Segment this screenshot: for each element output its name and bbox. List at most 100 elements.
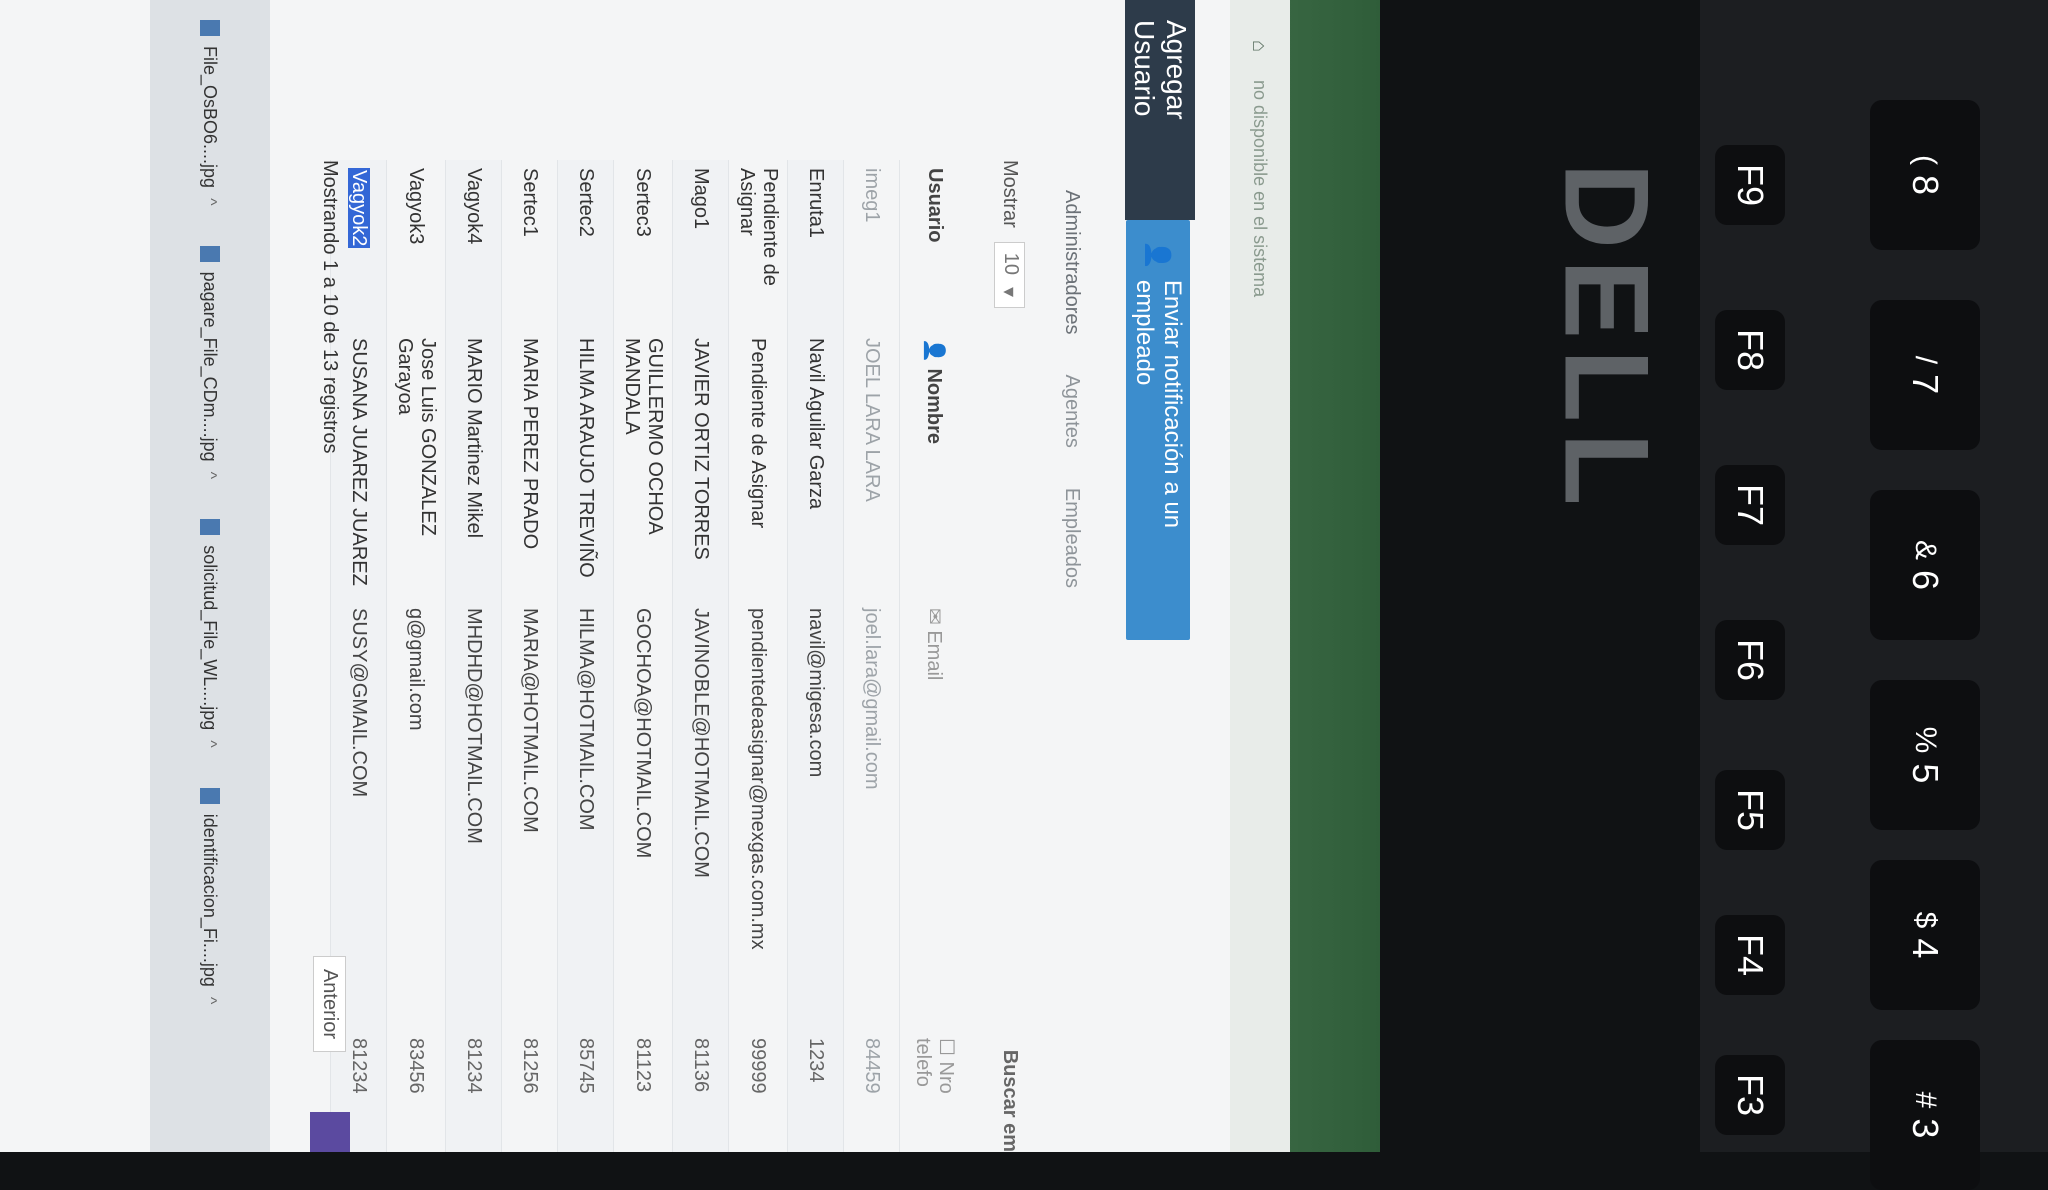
selected-text: Vagyok2: [348, 168, 370, 249]
key-8-shift: (: [1909, 154, 1942, 165]
chevron-up-icon[interactable]: ^: [201, 740, 219, 748]
cell-user: Sertec2: [575, 168, 597, 237]
key-f7: F7: [1715, 465, 1785, 545]
cell-name: Navil Aguilar Garza: [805, 338, 827, 510]
cell-name: Pendiente de Asignar: [747, 338, 770, 529]
key-f9: F9: [1715, 145, 1785, 225]
key-6-main: 6: [1905, 570, 1946, 591]
cell-email: MHDHD@HOTMAIL.COM: [463, 608, 485, 844]
chevron-up-icon[interactable]: ^: [201, 198, 219, 206]
next-page-button[interactable]: [310, 1112, 350, 1152]
person-icon: 👤: [923, 338, 946, 369]
file-icon: [200, 245, 220, 262]
cell-email: g@gmail.com: [405, 608, 428, 731]
table-header: Usuario 👤 Nombre ✉ Email ☐ Nro telefo: [899, 160, 970, 1152]
cell-user: Enruta1: [805, 168, 827, 239]
cell-name: JOEL LARA LARA: [861, 338, 883, 502]
cell-name: GUILLERMO OCHOA MANDALA: [621, 338, 666, 534]
table-row[interactable]: Sertec3 GUILLERMO OCHOA MANDALA GOCHOA@H…: [613, 160, 672, 1152]
download-item[interactable]: solicitud_File_WL....jpg ^: [200, 519, 221, 748]
download-filename: identificacion_Fi....jpg: [200, 813, 221, 987]
column-email[interactable]: ✉ Email: [917, 600, 954, 1030]
tab-agents[interactable]: Agentes: [1061, 375, 1084, 448]
key-5: % 5: [1870, 680, 1980, 830]
table-row[interactable]: imeg1 JOEL LARA LARA joel.lara@gmail.com…: [843, 160, 899, 1152]
key-7: / 7: [1870, 300, 1980, 450]
key-4-main: 4: [1905, 938, 1946, 959]
cell-phone: 83456: [405, 1038, 428, 1094]
key-3-main: 3: [1905, 1118, 1946, 1139]
home-icon[interactable]: ⌂: [1248, 40, 1270, 60]
cell-email: navil@migesa.com: [805, 608, 827, 778]
notify-employee-button[interactable]: 👤 Enviar notificación a un empleado: [1126, 220, 1190, 640]
app-header: ⌂ no disponible en el sistema: [1230, 0, 1380, 1152]
table-row[interactable]: Enruta1 Navil Aguilar Garza navil@migesa…: [787, 160, 843, 1152]
key-f6: F6: [1715, 620, 1785, 700]
dell-logo: DELL: [1539, 162, 1674, 516]
chevron-up-icon[interactable]: ^: [201, 997, 219, 1005]
search-label: Buscar em: [999, 1049, 1022, 1152]
file-icon: [200, 519, 220, 536]
envelope-icon: ✉: [923, 608, 946, 631]
cell-name: MARIA PEREZ PRADO: [519, 338, 541, 550]
download-item[interactable]: identificacion_Fi....jpg ^: [200, 787, 221, 1005]
cell-email: MARIA@HOTMAIL.COM: [519, 608, 541, 833]
key-6-shift: &: [1909, 539, 1942, 560]
download-filename: pagare_File_CDm....jpg: [200, 271, 221, 462]
previous-page-button[interactable]: Anterior: [313, 955, 347, 1052]
cell-email: pendientedeasignar@mexgas.com.mx: [747, 608, 770, 950]
page-size-select[interactable]: 10 ▾: [994, 241, 1026, 309]
cell-phone: 81123: [632, 1038, 655, 1093]
table-row[interactable]: Vagyok4 MARIO Martinez Mikel MHDHD@HOTMA…: [445, 160, 501, 1152]
column-email-label: Email: [923, 630, 946, 681]
column-phone[interactable]: ☐ Nro telefo: [905, 1030, 965, 1152]
key-5-main: 5: [1905, 763, 1946, 784]
table-row[interactable]: Sertec1 MARIA PEREZ PRADO MARIA@HOTMAIL.…: [501, 160, 557, 1152]
table-row[interactable]: Sertec2 HILMA ARAUJO TREVIÑO HILMA@HOTMA…: [557, 160, 613, 1152]
cell-email: GOCHOA@HOTMAIL.COM: [632, 608, 655, 859]
tab-administrators[interactable]: Administradores: [1061, 190, 1084, 335]
browser-screen: ⌂ no disponible en el sistema Agregar Us…: [0, 0, 1380, 1152]
pagination: Anterior: [310, 955, 350, 1152]
file-icon: [200, 787, 220, 804]
cell-phone: 81136: [690, 1038, 712, 1093]
table-row[interactable]: Mago1 JAVIER ORTIZ TORRES JAVINOBLE@HOTM…: [672, 160, 728, 1152]
cell-email: joel.lara@gmail.com: [861, 608, 883, 790]
key-7-shift: /: [1909, 355, 1942, 365]
key-5-shift: %: [1909, 726, 1942, 754]
chevron-up-icon[interactable]: ^: [201, 472, 219, 480]
download-filename: File_OsBO6....jpg: [200, 46, 221, 189]
cell-email: HILMA@HOTMAIL.COM: [575, 608, 597, 831]
table-row[interactable]: Pendiente de Asignar Pendiente de Asigna…: [728, 160, 787, 1152]
key-f3: F3: [1715, 1055, 1785, 1135]
cell-name: HILMA ARAUJO TREVIÑO: [575, 338, 597, 578]
column-name[interactable]: 👤 Nombre: [917, 330, 954, 600]
cell-user: Vagyok3: [405, 168, 428, 245]
cell-phone: 1234: [805, 1038, 827, 1083]
key-f4: F4: [1715, 915, 1785, 995]
cell-phone: 84459: [861, 1038, 883, 1094]
key-3: # 3: [1870, 1040, 1980, 1190]
breadcrumb-text: no disponible en el sistema: [1250, 80, 1271, 298]
table-controls: Mostrar 10 ▾ Buscar em: [990, 0, 1030, 1152]
column-name-label: Nombre: [923, 368, 946, 445]
cell-phone: 81234: [463, 1038, 485, 1094]
cell-user: Mago1: [690, 168, 712, 230]
add-user-heading: Agregar Usuario: [1125, 0, 1195, 220]
cell-email: JAVINOBLE@HOTMAIL.COM: [690, 608, 712, 878]
cell-user: Sertec1: [519, 168, 541, 237]
download-item[interactable]: File_OsBO6....jpg ^: [200, 20, 221, 206]
show-label: Mostrar: [999, 160, 1022, 228]
users-table: Usuario 👤 Nombre ✉ Email ☐ Nro telefo im…: [330, 160, 970, 1152]
cell-user: Sertec3: [632, 168, 655, 237]
download-item[interactable]: pagare_File_CDm....jpg ^: [200, 245, 221, 480]
table-row[interactable]: Vagyok3 Jose Luis GONZALEZ Garayoa g@gma…: [386, 160, 445, 1152]
column-user[interactable]: Usuario: [918, 160, 953, 330]
key-3-shift: #: [1909, 1091, 1942, 1109]
key-6: & 6: [1870, 490, 1980, 640]
pagination-info: Mostrando 1 a 10 de 13 registros: [319, 160, 342, 454]
cell-user: Pendiente de Asignar: [736, 168, 781, 286]
cell-name: MARIO Martinez Mikel: [463, 338, 485, 539]
key-8-main: 8: [1905, 174, 1946, 196]
tab-employees[interactable]: Empleados: [1061, 488, 1084, 588]
